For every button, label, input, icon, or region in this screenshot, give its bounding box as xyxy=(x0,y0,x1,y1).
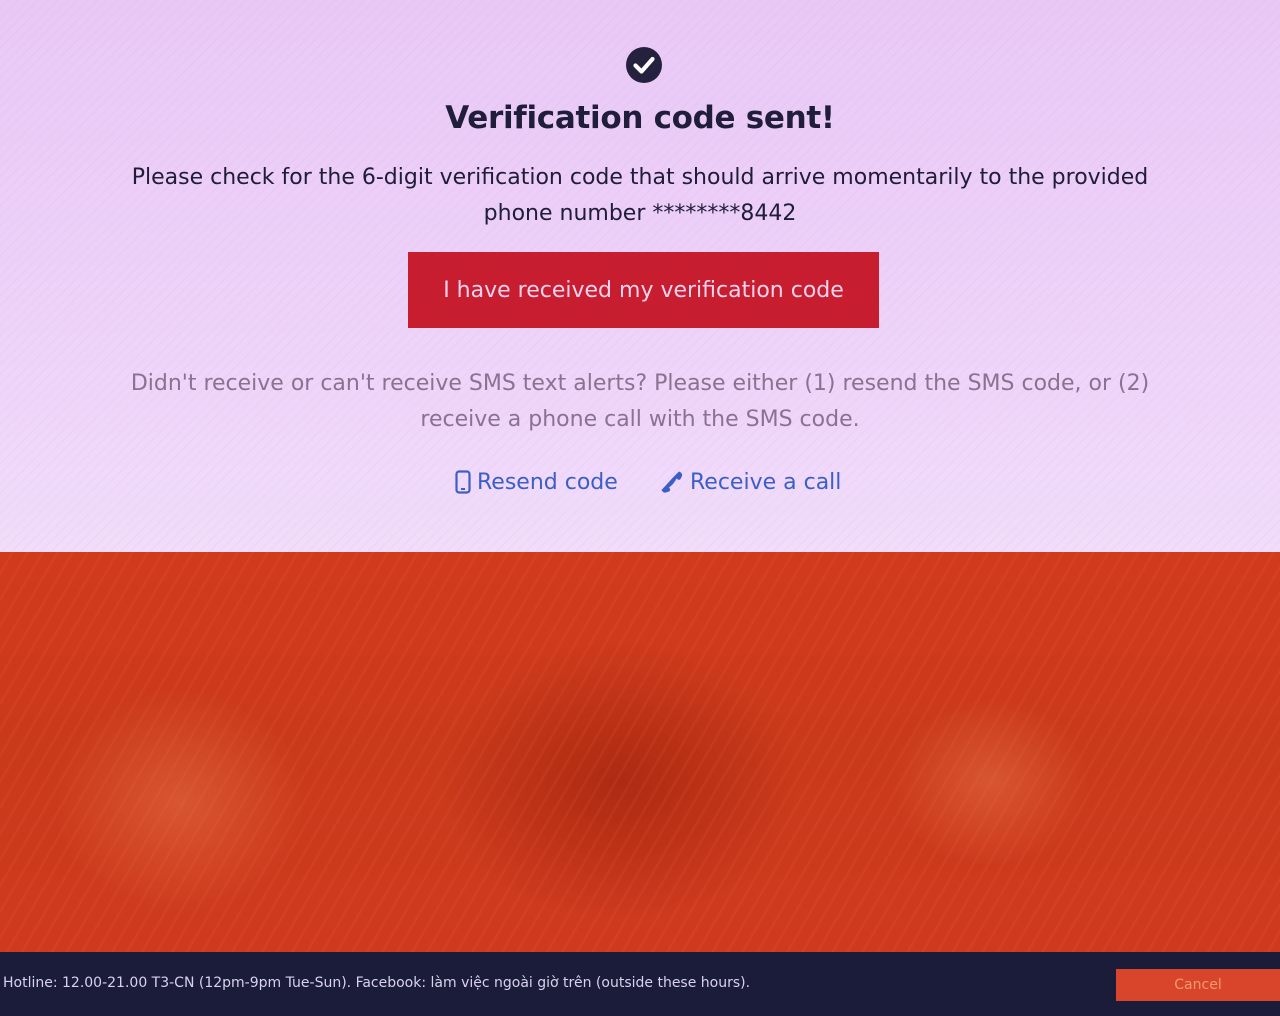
page-title: Verification code sent! xyxy=(445,100,835,136)
resend-code-label: Resend code xyxy=(477,469,618,495)
instruction-message: Please check for the 6-digit verificatio… xyxy=(131,165,1149,226)
cancel-button[interactable]: Cancel xyxy=(1116,969,1280,1001)
kiosk-screen: Verification code sent! Please check for… xyxy=(0,0,1280,1016)
background-image xyxy=(0,552,1280,952)
help-text: Didn't receive or can't receive SMS text… xyxy=(130,371,1150,432)
code-received-button[interactable]: I have received my verification code xyxy=(408,252,879,328)
phone-handset-icon xyxy=(661,471,683,493)
receive-call-link[interactable]: Receive a call xyxy=(660,466,841,498)
footer-bar: Hotline: 12.00-21.00 T3-CN (12pm-9pm Tue… xyxy=(0,952,1280,1016)
hotline-text: Hotline: 12.00-21.00 T3-CN (12pm-9pm Tue… xyxy=(3,975,751,991)
resend-code-link[interactable]: Resend code xyxy=(455,466,618,498)
check-circle-icon xyxy=(626,47,662,83)
verification-panel: Verification code sent! Please check for… xyxy=(0,0,1280,552)
mobile-phone-icon xyxy=(455,470,471,494)
receive-call-label: Receive a call xyxy=(690,469,842,495)
